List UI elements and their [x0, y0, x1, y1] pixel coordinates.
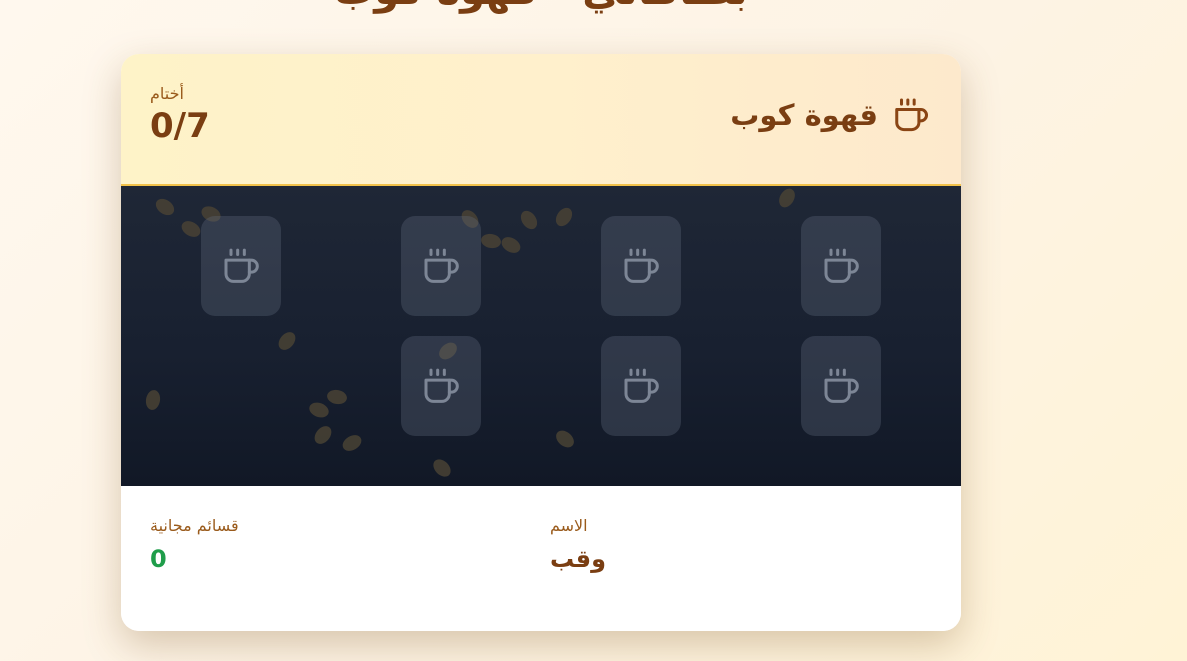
stamp-slot [801, 216, 881, 316]
stamp-slot [201, 216, 281, 316]
card-header: قهوة كوب أختام 0/7 [121, 54, 961, 186]
coffee-cup-icon [424, 248, 459, 283]
stamps-label: أختام [150, 84, 184, 103]
loyalty-card[interactable]: قهوة كوب أختام 0/7 الاسم وقب قسائم مجاني… [121, 54, 961, 631]
stamps-count: 0/7 [150, 106, 210, 146]
stamps-counter: أختام 0/7 [150, 84, 210, 146]
vouchers-label: قسائم مجانية [150, 516, 239, 535]
vouchers-value: 0 [150, 545, 167, 573]
stamp-slot [601, 336, 681, 436]
coffee-cup-icon [624, 248, 659, 283]
free-vouchers-field: قسائم مجانية 0 [150, 516, 239, 574]
stamp-slot [601, 216, 681, 316]
name-value: وقب [550, 545, 607, 573]
coffee-cup-icon [824, 248, 859, 283]
coffee-cup-icon [424, 368, 459, 403]
customer-name-field: الاسم وقب [550, 516, 606, 574]
coffee-cup-icon [824, 368, 859, 403]
name-label: الاسم [550, 516, 588, 535]
brand-title: قهوة كوب [730, 96, 930, 134]
stamp-slot [401, 216, 481, 316]
coffee-cup-icon [224, 248, 259, 283]
stamp-slot [401, 336, 481, 436]
page-title: بطاقاتي - قهوة كوب [0, 0, 1082, 14]
brand-name: قهوة كوب [730, 98, 878, 132]
coffee-cup-icon [895, 98, 929, 132]
coffee-cup-icon [624, 368, 659, 403]
stamp-grid [121, 186, 961, 486]
stamp-slot [801, 336, 881, 436]
card-footer: الاسم وقب قسائم مجانية 0 [121, 486, 961, 631]
